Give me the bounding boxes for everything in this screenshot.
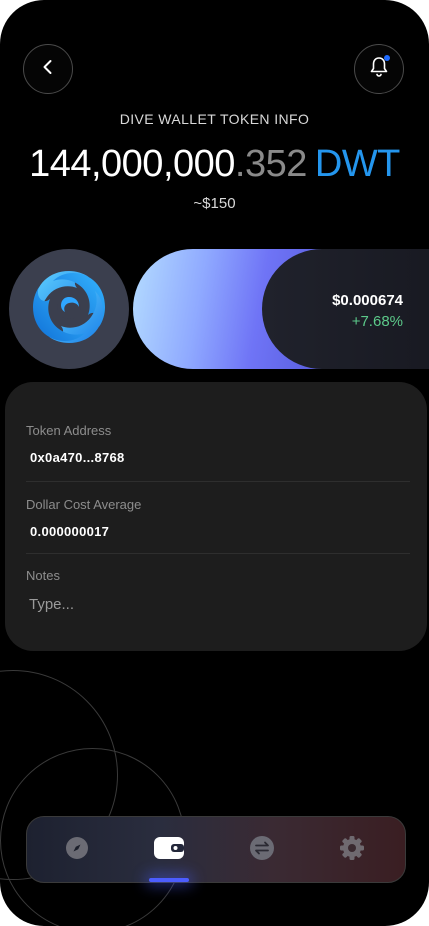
token-address-label: Token Address: [26, 423, 112, 438]
chevron-left-icon: [39, 58, 57, 81]
phone-screen: DIVE WALLET TOKEN INFO 144,000,000.352 DW…: [0, 0, 429, 926]
swap-icon: [249, 835, 275, 866]
page-title: DIVE WALLET TOKEN INFO: [119, 111, 310, 127]
bottom-nav: [26, 816, 406, 883]
notes-input[interactable]: [26, 590, 412, 618]
dca-value: 0.000000017: [30, 524, 110, 539]
nav-swap[interactable]: [246, 834, 278, 866]
balance-integer: 144,000,000: [29, 143, 235, 185]
token-logo: [9, 249, 129, 369]
token-address-value[interactable]: 0x0a470...8768: [30, 450, 125, 465]
token-balance: 144,000,000.352 DWT: [0, 143, 429, 186]
price-change: +7.68%: [351, 313, 403, 330]
wallet-icon: [153, 835, 185, 866]
price-panel: [262, 249, 429, 369]
compass-icon: [64, 835, 90, 866]
back-button[interactable]: [23, 44, 73, 94]
nav-settings[interactable]: [336, 834, 368, 866]
divider: [26, 481, 410, 482]
token-price: $0.000674: [332, 292, 403, 309]
notes-label: Notes: [26, 568, 60, 583]
active-tab-indicator: [149, 878, 189, 882]
usd-value: ~$150: [193, 195, 236, 212]
notifications-button[interactable]: [354, 44, 404, 94]
dca-label: Dollar Cost Average: [26, 497, 142, 512]
nav-explore[interactable]: [61, 834, 93, 866]
notification-dot: [384, 55, 390, 61]
settings-icon: [338, 834, 366, 867]
swirl-logo-icon: [27, 265, 111, 354]
token-symbol: DWT: [314, 143, 401, 185]
divider: [26, 553, 410, 554]
nav-wallet[interactable]: [153, 834, 185, 866]
balance-decimal: .352: [234, 143, 307, 185]
